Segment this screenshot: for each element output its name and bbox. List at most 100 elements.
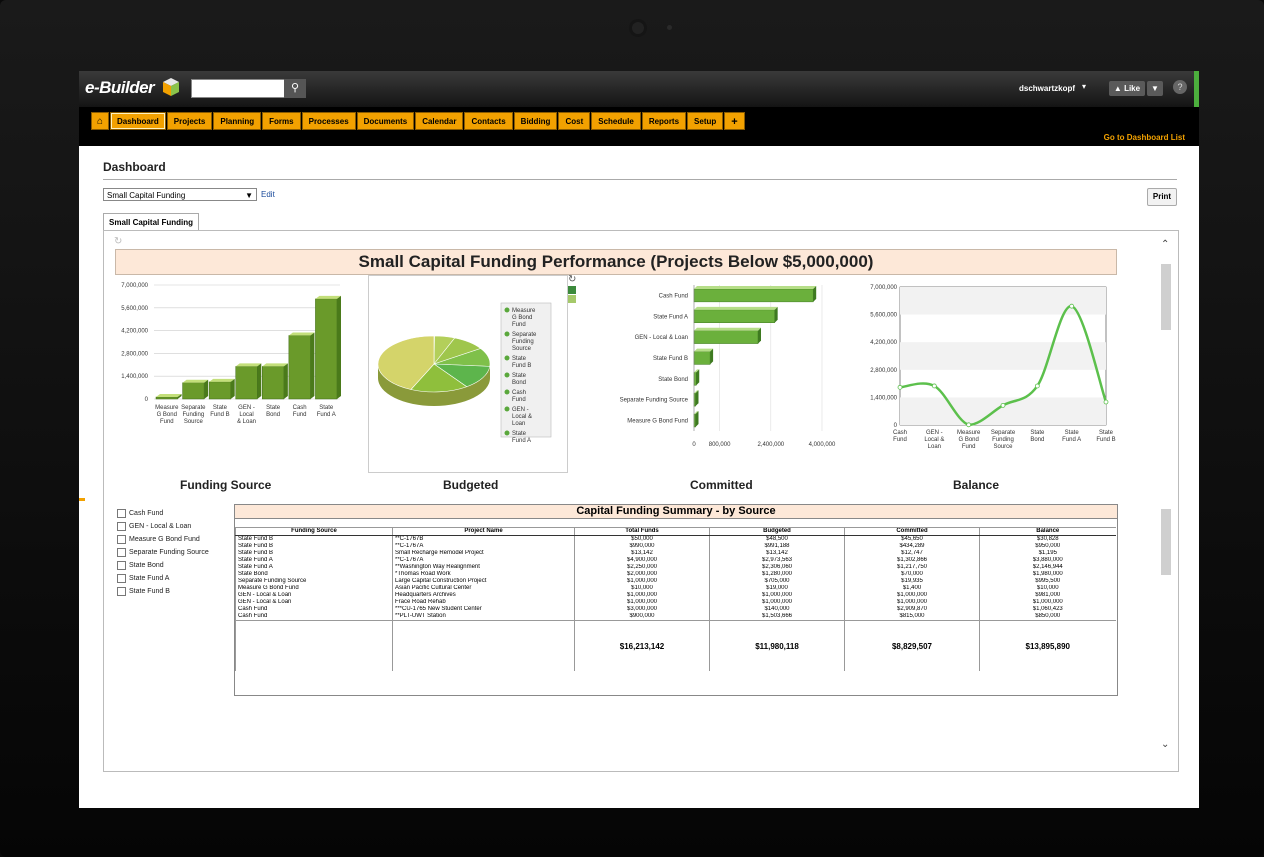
tab-contacts[interactable]: Contacts [464, 112, 513, 130]
column-header[interactable]: Committed [844, 527, 980, 536]
refresh-chart-icon[interactable]: ↻ [568, 275, 580, 285]
print-button[interactable]: Print [1147, 188, 1177, 206]
tab-processes[interactable]: Processes [301, 112, 356, 130]
add-tab-button[interactable]: + [724, 112, 745, 130]
home-button[interactable]: ⌂ [91, 112, 109, 130]
checkbox-icon[interactable] [117, 573, 126, 583]
tab-dashboard[interactable]: Dashboard [110, 112, 166, 130]
legend-marker [504, 331, 510, 337]
y-tick-label: Cash Fund [659, 293, 688, 299]
bar[interactable] [288, 335, 311, 400]
x-tick-label: Fund A [1062, 437, 1081, 443]
tab-reports[interactable]: Reports [641, 112, 687, 130]
balance-chart: 0 1,400,000 2,800,000 4,200,000 5,600,000 7,0… [850, 275, 1120, 465]
data-point[interactable] [1000, 402, 1006, 408]
data-point[interactable] [1103, 399, 1109, 405]
filter-checkbox[interactable]: State Fund B [117, 585, 209, 597]
tab-cost[interactable]: Cost [558, 112, 591, 130]
like-label: Like [1124, 84, 1141, 93]
user-menu[interactable]: dschwartzkopf [1019, 84, 1075, 93]
filter-checkbox[interactable]: GEN - Local & Loan [117, 520, 209, 532]
scroll-up-icon[interactable]: ⌃ [1161, 239, 1169, 250]
filter-checkbox[interactable]: Separate Funding Source [117, 546, 209, 558]
table-cell: $13,142 [574, 550, 710, 557]
table-cell: $1,280,000 [709, 571, 845, 578]
tab-projects[interactable]: Projects [166, 112, 213, 130]
scroll-thumb[interactable] [1161, 264, 1171, 330]
x-tick-label: State [1099, 430, 1114, 436]
column-header[interactable]: Project Name [392, 527, 575, 536]
search-input[interactable] [191, 79, 285, 98]
app-logo[interactable]: e-Builder [85, 77, 181, 98]
vertical-scrollbar[interactable]: ⌃ ⌄ [1161, 239, 1171, 759]
bar-top [694, 286, 817, 289]
column-header[interactable]: Balance [979, 527, 1116, 536]
tab-calendar[interactable]: Calendar [415, 112, 464, 130]
bar[interactable] [693, 351, 711, 365]
filter-checkbox[interactable]: State Bond [117, 559, 209, 571]
chevron-down-icon[interactable]: ▾ [1082, 82, 1086, 91]
table-cell: $815,000 [844, 613, 980, 621]
table-cell: $1,000,000 [844, 592, 980, 599]
edit-link[interactable]: Edit [261, 190, 275, 199]
x-tick-label: GEN - [926, 430, 943, 436]
bar[interactable] [208, 381, 231, 400]
checkbox-icon[interactable] [117, 560, 126, 570]
checkbox-icon[interactable] [117, 547, 126, 557]
y-tick-label: Measure G Bond Fund [627, 419, 688, 425]
checkbox-icon[interactable] [117, 586, 126, 596]
bar[interactable] [693, 288, 814, 303]
checkbox-icon[interactable] [117, 508, 126, 518]
table-cell: State Fund A [235, 564, 393, 571]
tab-forms[interactable]: Forms [262, 112, 301, 130]
filter-label: State Fund B [129, 587, 170, 595]
filter-checkbox[interactable]: State Fund A [117, 572, 209, 584]
help-button[interactable]: ? [1173, 80, 1187, 94]
tab-bidding[interactable]: Bidding [513, 112, 558, 130]
table-cell: $4,900,000 [574, 557, 710, 564]
scroll-down-icon[interactable]: ⌄ [1161, 739, 1169, 750]
column-header[interactable]: Budgeted [709, 527, 845, 536]
bar[interactable] [262, 366, 285, 400]
data-point[interactable] [966, 422, 972, 428]
bar-top [209, 378, 235, 382]
bar[interactable] [693, 330, 759, 344]
data-point[interactable] [1069, 303, 1075, 309]
data-point[interactable] [931, 383, 937, 389]
bar[interactable] [235, 366, 258, 400]
filter-checkbox[interactable]: Cash Fund [117, 507, 209, 519]
checkbox-icon[interactable] [117, 521, 126, 531]
scroll-thumb-secondary[interactable] [1161, 509, 1171, 575]
column-header[interactable]: Total Funds [574, 527, 710, 536]
tab-small-capital-funding[interactable]: Small Capital Funding [103, 213, 200, 231]
checkbox-icon[interactable] [117, 534, 126, 544]
bar[interactable] [693, 309, 775, 323]
tab-setup[interactable]: Setup [687, 112, 724, 130]
tab-planning[interactable]: Planning [213, 112, 262, 130]
refresh-icon[interactable]: ↻ [114, 236, 122, 247]
like-button[interactable]: ▲ Like [1109, 81, 1145, 96]
bar[interactable] [693, 372, 697, 386]
data-point[interactable] [1034, 383, 1040, 389]
dislike-button[interactable]: ▼ [1147, 81, 1163, 96]
x-tick-label: Fund [293, 412, 307, 418]
table-cell: $1,000,000 [574, 599, 710, 606]
bar-top [262, 363, 288, 367]
x-tick-label: Fund A [317, 412, 336, 418]
data-point[interactable] [897, 384, 903, 390]
bar-side [230, 378, 235, 399]
search-button[interactable]: ⚲ [284, 79, 306, 98]
excel-icon[interactable] [568, 286, 576, 294]
table-cell: State Fund A [235, 557, 393, 564]
tab-documents[interactable]: Documents [356, 112, 415, 130]
tab-schedule[interactable]: Schedule [591, 112, 641, 130]
dashboard-list-link[interactable]: Go to Dashboard List [1104, 133, 1185, 142]
filter-checkbox[interactable]: Measure G Bond Fund [117, 533, 209, 545]
export-icon[interactable] [568, 295, 576, 303]
bar[interactable] [315, 298, 338, 400]
dashboard-select[interactable]: Small Capital Funding ▼ [103, 188, 257, 201]
table-cell: $1,400 [844, 585, 980, 592]
bar[interactable] [182, 382, 205, 400]
bar[interactable] [155, 396, 178, 400]
column-header[interactable]: Funding Source [235, 527, 393, 536]
